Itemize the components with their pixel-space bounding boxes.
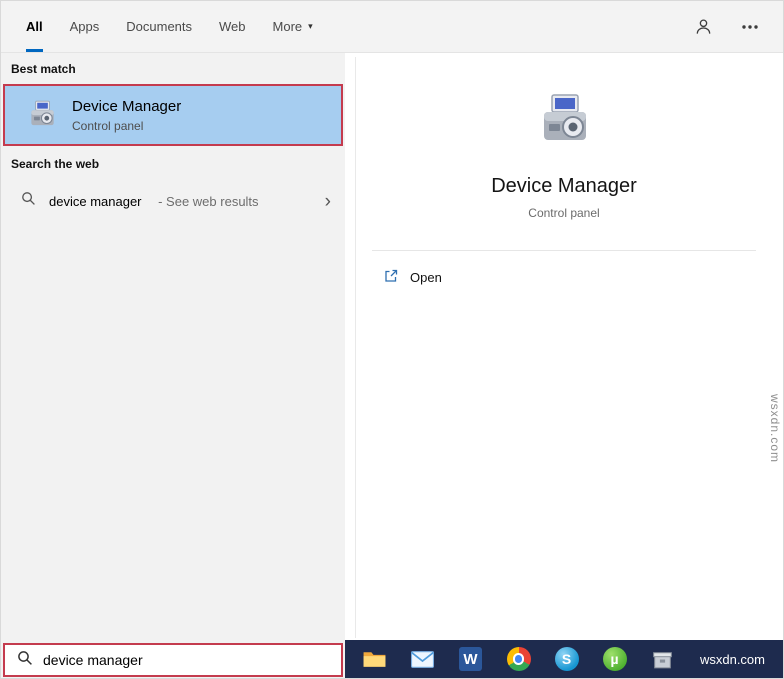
utorrent-icon[interactable]: µ	[602, 647, 627, 672]
ellipsis-icon[interactable]	[741, 24, 759, 30]
tab-apps[interactable]: Apps	[70, 1, 100, 52]
web-result-query: device manager	[49, 193, 142, 209]
open-label: Open	[410, 270, 442, 285]
chrome-logo	[506, 647, 531, 671]
preview-subtitle: Control panel	[528, 206, 600, 220]
best-match-subtitle: Control panel	[72, 118, 144, 133]
chrome-icon[interactable]	[506, 647, 531, 672]
web-search-result[interactable]: device manager - See web results ›	[1, 184, 345, 218]
search-input[interactable]	[43, 652, 333, 668]
open-window-icon	[383, 268, 399, 287]
result-preview-panel: Device Manager Control panel Open	[345, 53, 783, 640]
taskbar-search-box[interactable]	[3, 643, 343, 677]
mail-icon[interactable]	[410, 647, 435, 672]
taskbar: W S µ wsxdn.com	[345, 640, 783, 678]
search-icon	[17, 650, 33, 671]
tab-apps-label: Apps	[69, 19, 100, 34]
utorrent-letter: µ	[602, 647, 627, 671]
tab-all[interactable]: All	[26, 1, 43, 52]
word-letter: W	[459, 647, 482, 671]
best-match-result-device-manager[interactable]: Device Manager Control panel	[3, 84, 343, 146]
search-filter-tabbar: All Apps Documents Web More ▾	[1, 1, 783, 53]
skype-icon[interactable]: S	[554, 647, 579, 672]
skype-letter: S	[554, 647, 579, 671]
tab-more[interactable]: More ▾	[273, 1, 313, 52]
tab-documents-label: Documents	[126, 19, 193, 34]
panel-divider	[355, 57, 356, 638]
device-manager-preview: Device Manager Control panel Open	[345, 53, 783, 640]
tab-documents[interactable]: Documents	[126, 1, 192, 52]
installer-app-icon[interactable]	[650, 647, 675, 672]
watermark-text: wsxdn.com	[699, 651, 765, 667]
preview-divider	[372, 250, 756, 251]
tab-web-label: Web	[219, 19, 246, 34]
best-match-title: Device Manager	[72, 97, 182, 115]
search-web-section-label: Search the web	[11, 157, 100, 171]
open-action[interactable]: Open	[383, 268, 442, 287]
word-icon[interactable]: W	[458, 647, 483, 672]
topbar-actions	[694, 1, 783, 52]
tab-web[interactable]: Web	[219, 1, 246, 52]
best-match-section-label: Best match	[11, 62, 76, 76]
filter-tabs: All Apps Documents Web More ▾	[26, 1, 313, 52]
chevron-right-icon[interactable]: ›	[325, 192, 331, 211]
tab-more-label: More	[272, 19, 303, 34]
web-result-suffix: - See web results	[154, 193, 259, 209]
best-match-text: Device Manager Control panel	[72, 98, 181, 133]
search-results-panel: Best match Device Manager Control panel …	[1, 53, 345, 678]
file-explorer-icon[interactable]	[362, 647, 387, 672]
search-icon	[21, 191, 36, 211]
preview-title: Device Manager	[491, 175, 637, 197]
side-watermark-text: wsxdn.com	[768, 394, 782, 464]
user-icon[interactable]	[694, 17, 713, 36]
tab-all-label: All	[26, 19, 43, 34]
device-manager-icon	[25, 98, 59, 132]
device-manager-icon-large	[532, 89, 596, 153]
windows-search-flyout: All Apps Documents Web More ▾ Best match	[0, 0, 784, 679]
chevron-down-icon: ▾	[308, 21, 313, 31]
